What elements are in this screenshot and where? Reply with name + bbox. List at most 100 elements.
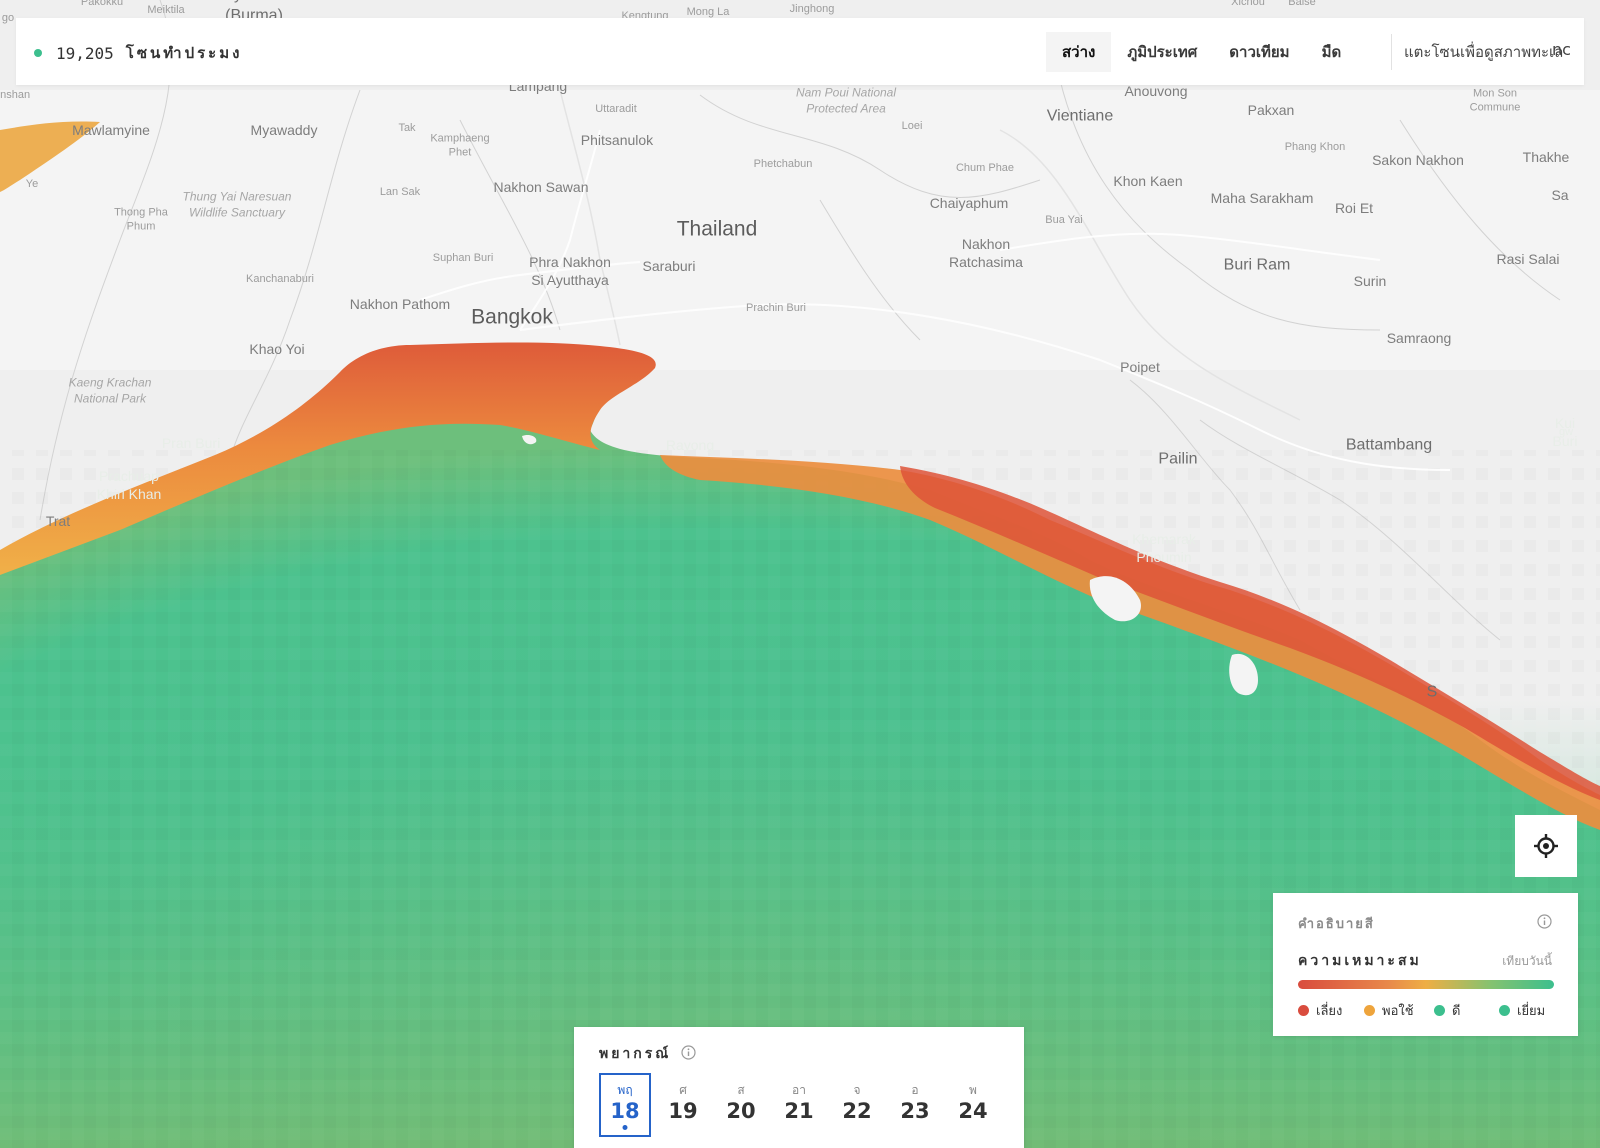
info-icon[interactable] <box>681 1044 696 1064</box>
map-place-label: Chum Phae <box>955 161 1015 174</box>
map-place-label: Buri Ram <box>1223 256 1291 274</box>
map-label-clipped: nc <box>1552 40 1571 59</box>
forecast-day[interactable]: จ 22 <box>831 1073 883 1137</box>
forecast-panel: พยากรณ์ พฤ 18 ศ 19 ส 20 อา 21 จ 22 อ 23 พ 24 <box>574 1027 1024 1148</box>
legend-dot <box>1364 1005 1375 1016</box>
forecast-day[interactable]: ส 20 <box>715 1073 767 1137</box>
legend-item-label: พอใช้ <box>1382 1004 1414 1019</box>
day-date: 18 <box>610 1099 640 1123</box>
map-place-label: Chaiyaphum <box>929 194 1009 211</box>
map-place-label: Lan Sak <box>379 185 421 198</box>
map-place-label: Trat <box>45 512 71 529</box>
map-place-label: Pakokku <box>80 0 124 8</box>
status-dot-icon <box>34 49 42 57</box>
map-place-label: Wenshan <box>0 88 31 101</box>
legend-dot <box>1499 1005 1510 1016</box>
map-place-label: Nakhon Sawan <box>493 178 589 195</box>
zone-count-label: โซนทำประมง <box>125 44 243 62</box>
map-place-label: Pran Buri <box>161 434 221 451</box>
day-weekday: อ <box>911 1083 919 1097</box>
map-place-label: Phetchabun <box>753 157 813 170</box>
day-weekday: พ <box>969 1083 977 1097</box>
day-date: 21 <box>784 1099 814 1123</box>
map-place-label: Uttaradit <box>595 102 637 115</box>
legend-dot <box>1434 1005 1445 1016</box>
map-place-label: Kanchanaburi <box>246 272 314 285</box>
legend-subtitle: ความเหมาะสม <box>1298 953 1422 969</box>
zone-count-value: 19,205 <box>56 43 114 63</box>
map-place-label: Meiktila <box>147 3 185 16</box>
map-place-label: Maha Sarakham <box>1210 189 1314 206</box>
crosshair-locate-icon <box>1534 834 1558 858</box>
map-place-label: Nam Poui National Protected Area <box>795 85 897 115</box>
tab-dark[interactable]: มืด <box>1306 32 1358 72</box>
day-date: 23 <box>900 1099 930 1123</box>
map-place-label: Baise <box>1288 0 1316 8</box>
map-place-label: Phra Nakhon Si Ayutthaya <box>529 253 611 288</box>
map-place-label: Nakhon Ratchasima <box>949 235 1023 270</box>
map-place-label: Samraong <box>1386 329 1452 346</box>
day-weekday: ส <box>737 1083 745 1097</box>
forecast-day[interactable]: พ 24 <box>947 1073 999 1137</box>
forecast-day[interactable]: พฤ 18 <box>599 1073 651 1137</box>
map-place-label: Khon Kaen <box>1113 172 1183 189</box>
map-place-label: Prachuap Khiri Khan <box>96 467 162 502</box>
zone-count: 19,205 โซนทำประมง <box>34 41 242 65</box>
tab-terrain[interactable]: ภูมิประเทศ <box>1111 32 1213 72</box>
map-place-label: Thailand <box>676 217 758 241</box>
map-place-label: Mong La <box>686 5 730 18</box>
tap-zone-hint: แตะโซนเพื่อดูสภาพทะเล <box>1404 43 1564 61</box>
map-place-label: Thung Yai Naresuan Wildlife Sanctuary <box>182 189 292 219</box>
top-bar: 19,205 โซนทำประมง สว่าง ภูมิประเทศ ดาวเท… <box>16 18 1584 85</box>
day-date: 22 <box>842 1099 872 1123</box>
map-place-label: S <box>1426 683 1438 701</box>
legend-title: คำอธิบายสี <box>1298 917 1375 932</box>
map-place-label: Tak <box>398 121 416 134</box>
map-place-label: Bangkok <box>471 305 553 329</box>
legend-comparison: เทียบวันนี้ <box>1502 954 1552 968</box>
map-place-label: Bua Yai <box>1045 213 1083 226</box>
tab-satellite[interactable]: ดาวเทียม <box>1213 32 1305 72</box>
forecast-title-text: พยากรณ์ <box>599 1046 672 1062</box>
map-place-label: Loei <box>901 119 923 132</box>
day-date: 24 <box>958 1099 988 1123</box>
forecast-days: พฤ 18 ศ 19 ส 20 อา 21 จ 22 อ 23 พ 24 <box>599 1073 1005 1137</box>
forecast-day[interactable]: ศ 19 <box>657 1073 709 1137</box>
day-weekday: ศ <box>679 1083 687 1097</box>
map-place-label: Pakxan <box>1247 101 1295 118</box>
info-icon[interactable] <box>1537 914 1552 933</box>
map-place-label: go <box>1 11 15 24</box>
locate-me-button[interactable] <box>1515 815 1577 877</box>
day-weekday: จ <box>853 1083 861 1097</box>
map-place-label: Mon Son Commune <box>1469 87 1521 114</box>
map-place-label: Surin <box>1353 272 1387 289</box>
map-place-label: Myawaddy <box>250 121 318 138</box>
map-place-label: Phang Khon <box>1284 140 1346 153</box>
legend-item-good: ดี <box>1434 1000 1460 1021</box>
legend-item-excellent: เยี่ยม <box>1499 1000 1545 1021</box>
map-place-label: Xichou <box>1231 0 1265 8</box>
map-place-label: Suphan Buri <box>432 251 494 264</box>
map-place-label: Sakon Nakhon <box>1372 151 1464 168</box>
legend-gradient-bar <box>1298 980 1554 989</box>
map-place-label: Nakhon Pathom <box>349 295 451 312</box>
forecast-title: พยากรณ์ <box>599 1043 696 1065</box>
map-place-label: Battambang <box>1345 436 1433 454</box>
map-place-label: Prachin Buri <box>746 301 806 314</box>
map-place-label: Mawlamyine <box>72 121 150 138</box>
legend-item-avoid: เลี่ยง <box>1298 1000 1342 1021</box>
map-place-label: Khao Yoi <box>249 340 305 357</box>
legend-item-label: เลี่ยง <box>1316 1004 1343 1019</box>
tab-light[interactable]: สว่าง <box>1046 32 1112 72</box>
map-place-label: Vientiane <box>1046 107 1114 125</box>
legend-item-label: ดี <box>1452 1004 1461 1019</box>
map-place-label: Rasi Salai <box>1496 250 1560 267</box>
topbar-divider <box>1391 34 1392 70</box>
selected-day-marker <box>622 1125 628 1130</box>
forecast-day[interactable]: อ 23 <box>889 1073 941 1137</box>
day-date: 19 <box>668 1099 698 1123</box>
map-place-label: Khemarak Phoumin <box>1132 530 1196 565</box>
forecast-day[interactable]: อา 21 <box>773 1073 825 1137</box>
legend-item-label: เยี่ยม <box>1517 1004 1546 1019</box>
map-place-label: Pailin <box>1158 450 1198 468</box>
